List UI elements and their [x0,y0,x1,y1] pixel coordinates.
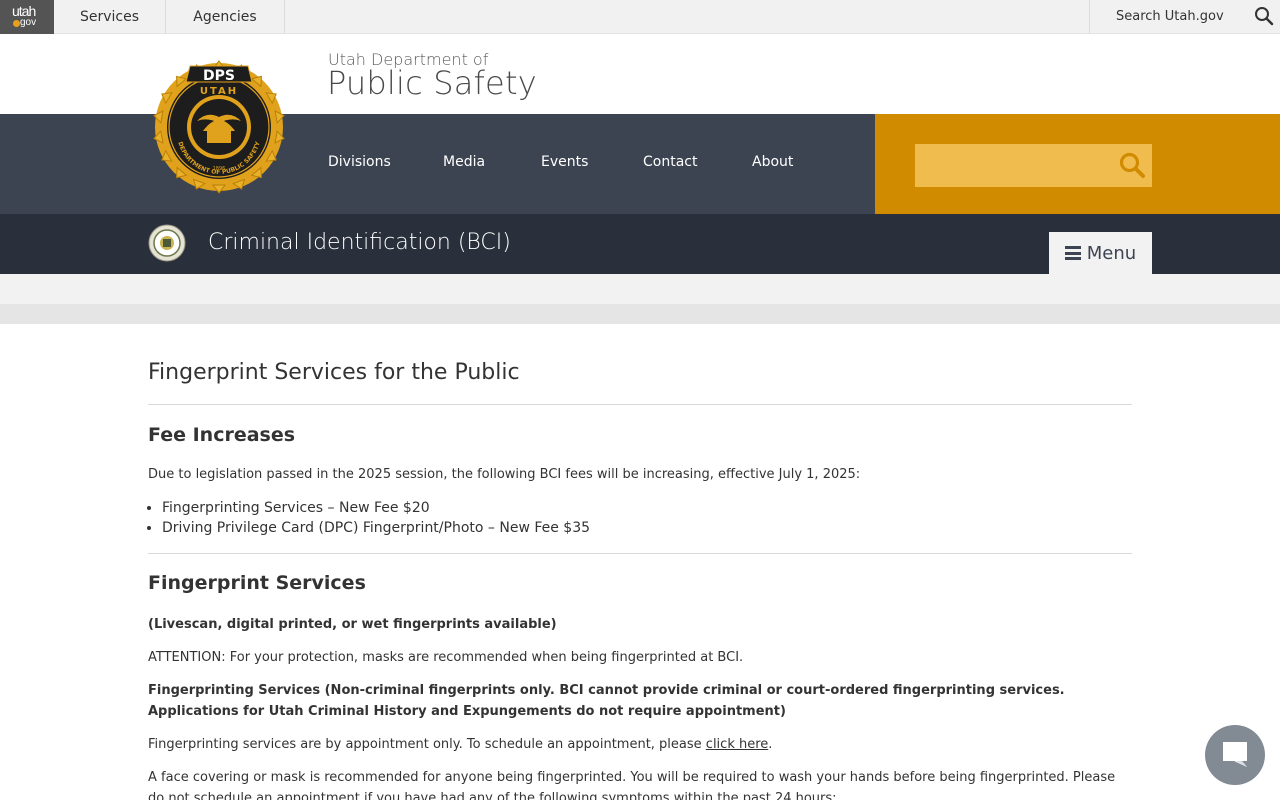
chat-bubble-icon [1223,742,1247,767]
mask-requirement-text: A face covering or mask is recommended f… [148,770,1116,800]
nav-media[interactable]: Media [443,154,485,170]
hamburger-icon [1064,246,1081,260]
fee-list: Fingerprinting Services – New Fee $20 Dr… [162,498,590,538]
breadcrumb-band [0,274,1280,304]
nav-divisions[interactable]: Divisions [328,154,391,170]
dps-seal-logo[interactable]: DPS UTAH 1896 DEPARTMENT OF PUBLIC SAFET… [152,52,286,196]
appointment-sentence: Fingerprinting services are by appointme… [148,737,706,752]
utah-services-tab[interactable]: Services [54,0,166,34]
fingerprint-types-bold: (Livescan, digital printed, or wet finge… [148,617,557,632]
bci-seal-icon[interactable] [148,224,186,262]
divider [148,404,1132,405]
divider [148,553,1132,554]
fee-increases-heading: Fee Increases [148,424,296,446]
utah-agencies-tab[interactable]: Agencies [166,0,285,34]
menu-label: Menu [1086,242,1137,264]
nav-events[interactable]: Events [541,154,588,170]
menu-button[interactable]: Menu [1049,232,1152,274]
search-icon [1255,7,1274,26]
utah-search-label: Search Utah.gov [1116,9,1224,24]
chat-widget-button[interactable] [1205,725,1265,785]
noncriminal-bold: Fingerprinting Services (Non-criminal fi… [148,683,1065,719]
dept-title[interactable]: Public Safety [327,64,537,102]
main-nav-bar [0,114,875,214]
fee-intro-text: Due to legislation passed in the 2025 se… [148,467,861,482]
appointment-text: Fingerprinting services are by appointme… [148,734,1132,755]
division-title[interactable]: Criminal Identification (BCI) [208,230,511,255]
site-search-input[interactable] [915,144,1152,187]
utah-gov-logo[interactable]: utah gov [0,0,54,34]
list-item: Driving Privilege Card (DPC) Fingerprint… [162,518,590,538]
fingerprint-services-heading: Fingerprint Services [148,572,366,594]
noncriminal-text: Fingerprinting Services (Non-criminal fi… [148,680,1132,722]
gov-logo-word: gov [20,17,37,28]
utah-logo-dot-icon [13,20,20,27]
nav-about[interactable]: About [752,154,793,170]
search-icon[interactable] [1118,151,1146,179]
attention-text: ATTENTION: For your protection, masks ar… [148,650,744,665]
seal-utah-text: UTAH [200,86,238,97]
utah-gov-bar: utah gov Services Agencies Search Utah.g… [0,0,1280,34]
utah-search-button[interactable]: Search Utah.gov [1089,0,1280,34]
fingerprint-types-text: (Livescan, digital printed, or wet finge… [148,614,1132,635]
appointment-period: . [768,737,773,752]
schedule-appointment-link[interactable]: click here [706,737,768,752]
page-title: Fingerprint Services for the Public [148,360,520,385]
seal-dps-text: DPS [203,68,235,84]
nav-contact[interactable]: Contact [643,154,697,170]
divider-band [0,304,1280,324]
list-item: Fingerprinting Services – New Fee $20 [162,498,590,518]
